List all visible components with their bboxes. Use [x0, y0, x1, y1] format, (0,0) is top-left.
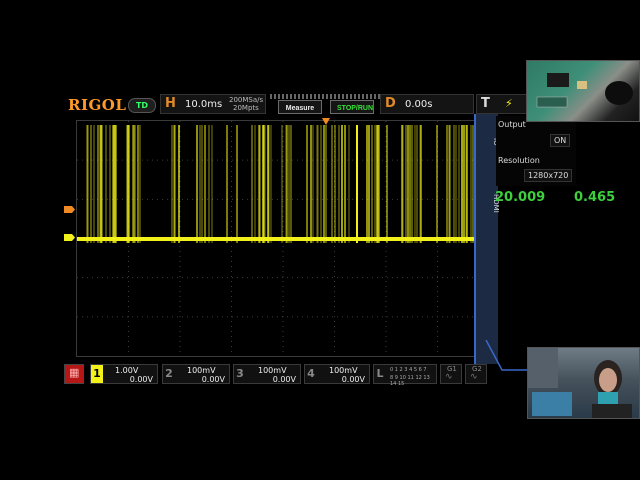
webcam-board-view [526, 60, 640, 122]
hdmi-settings-panel: Output ON Resolution 1280x720 [496, 116, 576, 186]
channel-3-offset: 0.00V [272, 375, 296, 384]
utility-side-panel[interactable]: IO HDMI [474, 114, 500, 364]
horizontal-timebase-box[interactable]: H 10.0ms 200MSa/s 20Mpts [160, 94, 266, 114]
stop-run-button[interactable]: STOP/RUN [330, 100, 374, 114]
channel-4-box[interactable]: 4 100mV 0.00V [304, 364, 370, 384]
sample-rate: 200MSa/s [229, 96, 264, 104]
output-title: Output [498, 120, 526, 129]
ch1-ground-marker [64, 234, 75, 241]
delay-letter: D [385, 96, 396, 111]
channel-2-box[interactable]: 2 100mV 0.00V [162, 364, 230, 384]
channel-4-scale: 100mV [329, 366, 358, 375]
trigger-box[interactable]: T ⚡ [476, 94, 528, 114]
bus-g1-wave-icon: ∿ [445, 372, 453, 382]
resolution-title: Resolution [498, 156, 540, 165]
channel-3-scale: 100mV [258, 366, 287, 375]
bus-g2-wave-icon: ∿ [470, 372, 478, 382]
channel-2-offset: 0.00V [201, 375, 225, 384]
readout-left: 20.009 [495, 190, 546, 205]
channel-3-box[interactable]: 3 100mV 0.00V [233, 364, 301, 384]
measure-button[interactable]: Measure [278, 100, 322, 114]
rigol-logo: RIGOL [68, 96, 127, 114]
td-badge: TD [128, 98, 156, 113]
output-value[interactable]: ON [550, 134, 571, 147]
markers-left [64, 206, 75, 241]
channel-1-number: 1 [91, 365, 103, 383]
readout-right: 0.465 [574, 190, 616, 205]
waveform-display[interactable] [76, 120, 490, 357]
bus-g1-box[interactable]: G1 ∿ [440, 364, 462, 384]
trigger-level-marker [64, 206, 75, 213]
channel-2-scale: 100mV [187, 366, 216, 375]
channel-3-number: 3 [236, 367, 244, 380]
delay-value: 0.00s [405, 99, 433, 110]
logic-letter: L [376, 367, 384, 380]
horizontal-letter: H [165, 96, 176, 111]
bus-g2-box[interactable]: G2 ∿ [465, 364, 487, 384]
memory-depth: 20Mpts [233, 104, 259, 112]
grid-menu-icon: ▦ [69, 366, 80, 379]
logic-analyzer-box[interactable]: L 0 1 2 3 4 5 6 7 8 9 10 11 12 13 14 15 [373, 364, 437, 387]
channel-2-number: 2 [165, 367, 173, 380]
channel-4-number: 4 [307, 367, 315, 380]
channel-1-box[interactable]: 1 1.00V 0.00V [90, 364, 158, 384]
channel-1-offset: 0.00V [129, 375, 153, 384]
timebase-value: 10.0ms [185, 99, 223, 110]
channel-4-offset: 0.00V [341, 375, 365, 384]
webcam-person-view [527, 347, 640, 419]
delay-box[interactable]: D 0.00s [380, 94, 474, 114]
trigger-position-marker [322, 118, 330, 125]
status-hatch-bar [270, 94, 380, 99]
ch1-pulses [86, 125, 482, 243]
menu-button[interactable]: ▦ [64, 364, 84, 384]
logic-row-1: 0 1 2 3 4 5 6 7 [390, 367, 427, 373]
resolution-value[interactable]: 1280x720 [524, 169, 573, 182]
logic-row-2: 8 9 10 11 12 13 14 15 [390, 375, 430, 387]
trigger-letter: T [481, 96, 490, 111]
trigger-slope-icon: ⚡ [505, 97, 513, 110]
channel-1-scale: 1.00V [115, 366, 139, 375]
